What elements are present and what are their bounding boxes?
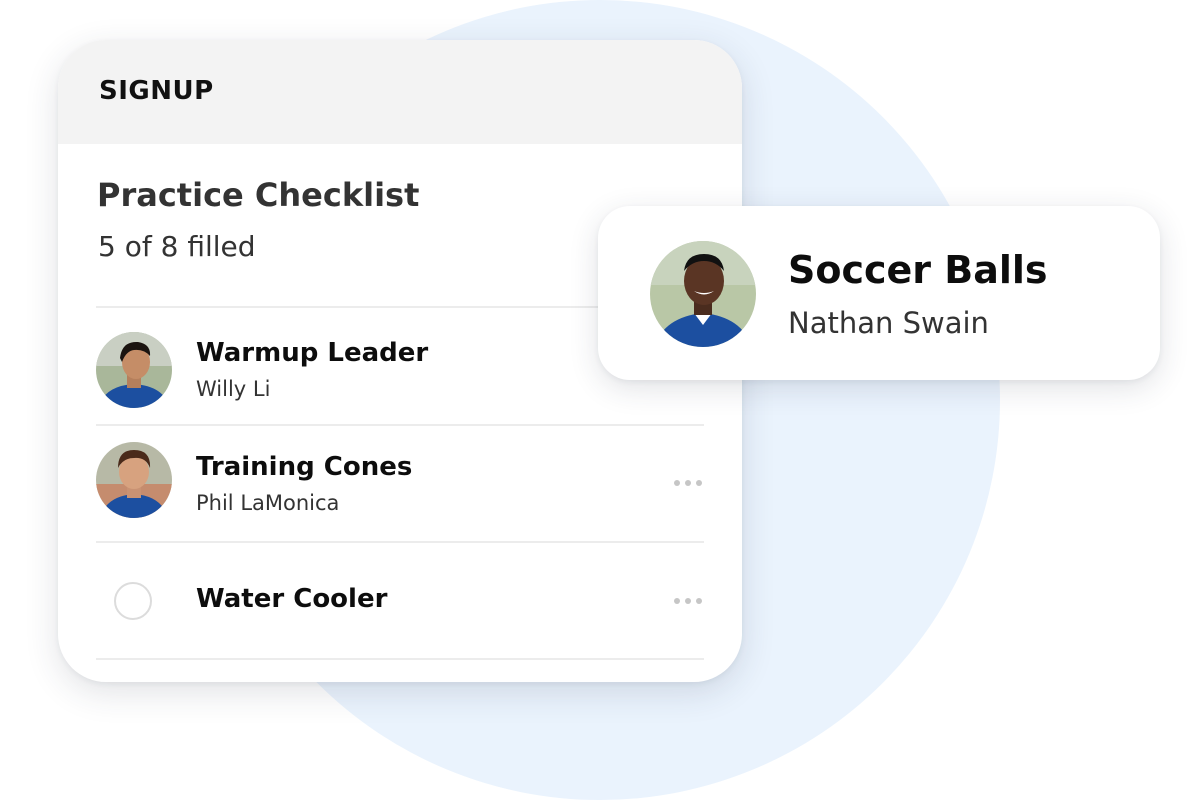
stage: SIGNUP Practice Checklist 5 of 8 filled … xyxy=(0,0,1200,800)
item-assignee: Phil LaMonica xyxy=(196,491,340,515)
item-title: Training Cones xyxy=(196,452,413,482)
card-header: SIGNUP xyxy=(58,40,742,144)
soccer-balls-popup[interactable]: Soccer Balls Nathan Swain xyxy=(598,206,1160,380)
popup-title: Soccer Balls xyxy=(788,248,1048,292)
empty-checkbox-circle[interactable] xyxy=(114,582,152,620)
popup-assignee: Nathan Swain xyxy=(788,306,989,340)
checklist-title: Practice Checklist xyxy=(97,176,420,214)
item-title: Warmup Leader xyxy=(196,338,429,368)
list-item-water-cooler[interactable]: Water Cooler xyxy=(96,543,704,659)
avatar xyxy=(96,442,172,518)
avatar xyxy=(96,332,172,408)
more-icon[interactable] xyxy=(674,598,702,604)
avatar xyxy=(650,241,756,347)
divider xyxy=(96,658,704,660)
header-title: SIGNUP xyxy=(99,76,214,106)
more-icon[interactable] xyxy=(674,480,702,486)
item-title: Water Cooler xyxy=(196,584,388,614)
checklist-progress: 5 of 8 filled xyxy=(98,230,256,263)
list-item-training-cones[interactable]: Training Cones Phil LaMonica xyxy=(96,426,704,542)
item-assignee: Willy Li xyxy=(196,377,271,401)
